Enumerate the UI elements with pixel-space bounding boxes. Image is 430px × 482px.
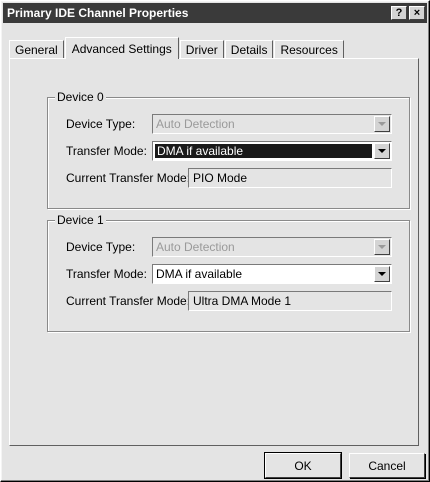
device-1-type-value: Auto Detection xyxy=(156,240,235,254)
device-0-transfer-mode-select[interactable]: DMA if available xyxy=(152,141,392,161)
device-1-transfer-mode-value: DMA if available xyxy=(156,267,243,281)
device-1-transfer-mode-dropdown-button[interactable] xyxy=(374,266,390,282)
chevron-down-icon xyxy=(378,149,386,153)
device-0-label: Device 0 xyxy=(55,90,106,104)
current-transfer-mode-label: Current Transfer Mode: xyxy=(66,171,191,185)
current-transfer-mode-label: Current Transfer Mode: xyxy=(66,294,191,308)
window-title: Primary IDE Channel Properties xyxy=(7,6,189,20)
device-1-current-mode-field: Ultra DMA Mode 1 xyxy=(188,291,392,311)
device-1-label: Device 1 xyxy=(55,213,106,227)
tab-details[interactable]: Details xyxy=(224,40,274,59)
device-type-label: Device Type: xyxy=(66,117,136,131)
tab-panel: Device 0 Device Type: Auto Detection Tra… xyxy=(9,58,419,446)
transfer-mode-label: Transfer Mode: xyxy=(66,144,147,158)
help-button[interactable]: ? xyxy=(391,6,407,20)
transfer-mode-label: Transfer Mode: xyxy=(66,267,147,281)
device-0-type-select[interactable]: Auto Detection xyxy=(152,114,392,134)
close-button[interactable]: × xyxy=(409,6,425,20)
chevron-down-icon xyxy=(378,245,386,249)
chevron-down-icon xyxy=(378,122,386,126)
device-0-current-mode-field: PIO Mode xyxy=(188,168,392,188)
device-0-transfer-mode-value: DMA if available xyxy=(155,144,372,158)
ok-button[interactable]: OK xyxy=(264,452,342,479)
tab-strip: General Advanced Settings Driver Details… xyxy=(9,37,345,59)
device-0-transfer-mode-dropdown-button[interactable] xyxy=(374,143,390,159)
device-1-group: Device 1 Device Type: Auto Detection Tra… xyxy=(47,213,410,332)
device-1-type-select[interactable]: Auto Detection xyxy=(152,237,392,257)
device-1-type-dropdown-button[interactable] xyxy=(374,239,390,255)
tab-general[interactable]: General xyxy=(9,40,64,59)
device-0-type-dropdown-button[interactable] xyxy=(374,116,390,132)
tab-advanced-settings[interactable]: Advanced Settings xyxy=(64,37,179,59)
properties-dialog: Primary IDE Channel Properties ? × Gener… xyxy=(0,0,430,482)
cancel-button[interactable]: Cancel xyxy=(349,453,425,478)
device-0-type-value: Auto Detection xyxy=(156,117,235,131)
device-type-label: Device Type: xyxy=(66,240,136,254)
tab-driver[interactable]: Driver xyxy=(179,40,224,59)
chevron-down-icon xyxy=(378,272,386,276)
device-0-group: Device 0 Device Type: Auto Detection Tra… xyxy=(47,90,410,209)
title-bar: Primary IDE Channel Properties ? × xyxy=(3,3,427,23)
device-1-transfer-mode-select[interactable]: DMA if available xyxy=(152,264,392,284)
tab-resources[interactable]: Resources xyxy=(274,40,344,59)
